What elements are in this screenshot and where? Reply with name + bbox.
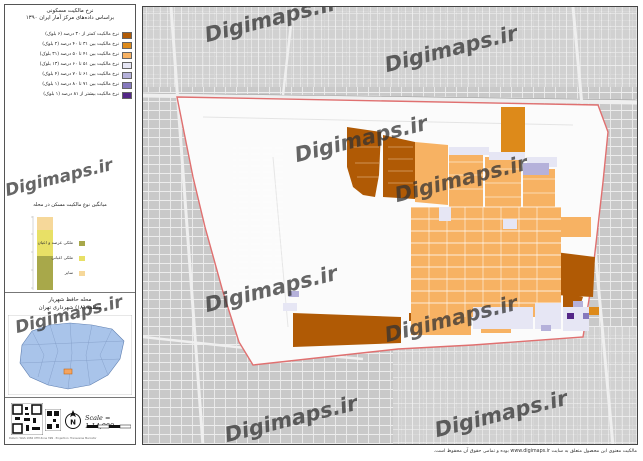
block-ownership-51-60 [283, 303, 297, 311]
north-arrow-icon: N [65, 410, 81, 429]
legend-swatch [122, 71, 132, 79]
qr-code-icon [11, 403, 43, 435]
legend-item: نرخ مالکیت کمتر از ۳۰ درصد (۶ بلوک) [8, 31, 132, 39]
legend-item: نرخ مالکیت بیشتر از ۸۱ درصد (۱ بلوک) [8, 91, 132, 99]
chart-legend-swatch [79, 241, 85, 246]
legend-swatch [122, 31, 132, 39]
block-ownership-71-80 [583, 313, 589, 319]
legend-item: نرخ مالکیت بین ۶۱ تا ۷۰ درصد (۴ بلوک) [8, 71, 132, 79]
ownership-chart-title: میانگین نوع مالکیت مسکن در محله [33, 202, 107, 208]
chart-legend-label: ملکی اعیانی [51, 255, 73, 260]
projection-credit: Datum: WGS 1984 UTM Zone 39N · Projectio… [9, 437, 97, 440]
legend-panel: نرخ مالکیت مسکونی براساس داده‌های مرکز آ… [4, 4, 136, 445]
legend-swatch [122, 81, 132, 89]
block-ownership-31-40 [501, 107, 525, 155]
block-ownership-61-70 [541, 325, 551, 331]
legend-label: نرخ مالکیت بیشتر از ۸۱ درصد (۱ بلوک) [43, 92, 119, 97]
panel-divider [5, 397, 135, 398]
legend-item: نرخ مالکیت بین ۷۱ تا ۸۰ درصد (۱ بلوک) [8, 81, 132, 89]
copyright-footer: مالکیت معنوی این محصول متعلق به سایت www… [433, 449, 637, 454]
legend-item: نرخ مالکیت بین ۴۱ تا ۵۰ درصد (۳۱ بلوک) [8, 51, 132, 59]
block-ownership-41-50 [561, 217, 591, 237]
chart-bar-owned [37, 256, 53, 290]
legend-title: نرخ مالکیت مسکونی [46, 8, 94, 14]
svg-text:N: N [70, 419, 76, 427]
legend-item: نرخ مالکیت بین ۵۱ تا ۶۰ درصد (۱۳ بلوک) [8, 61, 132, 69]
map-sheet: نرخ مالکیت مسکونی براساس داده‌های مرکز آ… [0, 0, 643, 461]
chart-bar-other [37, 217, 53, 230]
legend-swatch [122, 41, 132, 49]
chart-legend-label: ملکی عرصه و اعیان [37, 240, 73, 245]
block-ownership-51-60 [503, 219, 517, 229]
chart-legend-swatch [79, 271, 85, 276]
ownership-chart [31, 216, 53, 290]
neighborhood-location-marker [63, 368, 73, 375]
legend-label: نرخ مالکیت بین ۴۱ تا ۵۰ درصد (۳۱ بلوک) [39, 52, 119, 57]
legend-label: نرخ مالکیت بین ۵۱ تا ۶۰ درصد (۱۳ بلوک) [39, 62, 119, 67]
chart-legend-swatch [79, 256, 85, 261]
block-ownership-31-40 [589, 307, 599, 315]
legend-label: نرخ مالکیت کمتر از ۳۰ درصد (۶ بلوک) [45, 32, 119, 37]
chart-legend-label: سایر [64, 270, 73, 275]
qr-code-icon [45, 409, 61, 431]
legend-swatch [122, 61, 132, 69]
block-ownership-61-70 [573, 301, 583, 307]
map-frame: Digimaps.ir Digimaps.ir Digimaps.ir Digi… [142, 6, 638, 445]
legend-item: نرخ مالکیت بین ۳۱ تا ۴۰ درصد (۲ بلوک) [8, 41, 132, 49]
block-ownership-51-60 [439, 207, 451, 221]
legend-label: نرخ مالکیت بین ۷۱ تا ۸۰ درصد (۱ بلوک) [42, 82, 119, 87]
legend-subtitle: براساس داده‌های مرکز آمار ایران ۱۳۹۰ [25, 15, 115, 21]
legend-swatch [122, 91, 132, 99]
block-ownership-51-60 [449, 147, 489, 155]
scale-bar [87, 424, 131, 429]
legend-label: نرخ مالکیت بین ۳۱ تا ۴۰ درصد (۲ بلوک) [42, 42, 119, 47]
legend-label: نرخ مالکیت بین ۶۱ تا ۷۰ درصد (۴ بلوک) [42, 72, 119, 77]
legend-swatch [122, 51, 132, 59]
block-ownership-over-81 [567, 313, 574, 319]
